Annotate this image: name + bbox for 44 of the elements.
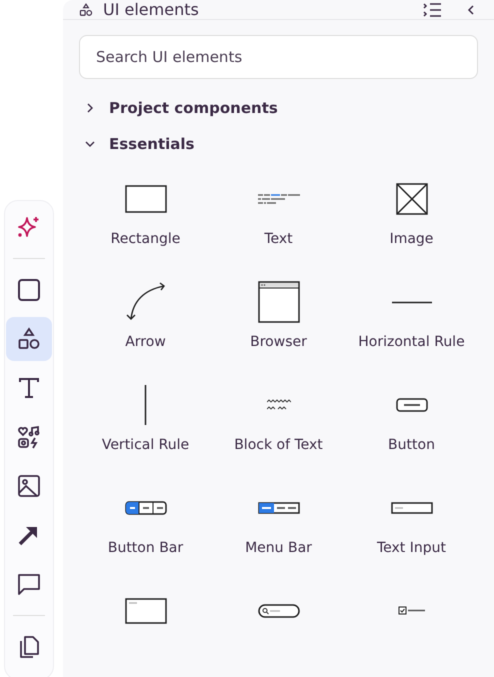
element-label: Image [390, 231, 434, 247]
list-icon[interactable] [422, 0, 442, 18]
shapes-icon [79, 2, 93, 16]
vertical-line-icon[interactable] [144, 385, 147, 425]
chevron-icon [85, 103, 95, 113]
chevron-icon [85, 139, 95, 149]
text-icon [17, 376, 41, 400]
section-header[interactable]: Essentials [79, 126, 478, 162]
comment-icon [17, 572, 41, 596]
text-lines-icon[interactable] [258, 194, 300, 204]
element-label: Block of Text [234, 437, 323, 453]
window-icon[interactable] [258, 281, 300, 323]
element-label: Horizontal Rule [358, 334, 465, 350]
element-label: Menu Bar [245, 540, 312, 556]
element-label: Button [388, 437, 435, 453]
panel-title: UI elements [103, 0, 200, 19]
text-area-icon[interactable] [124, 598, 166, 624]
element-label: Button Bar [108, 540, 184, 556]
pages-icon [17, 635, 41, 659]
image-icon [17, 474, 41, 498]
checkbox-icon[interactable] [398, 606, 426, 616]
horizontal-line-icon[interactable] [392, 300, 432, 304]
element-label: Browser [250, 334, 307, 350]
crossed-box-icon[interactable] [396, 183, 428, 215]
search-field[interactable]: Search UI elements [79, 35, 478, 79]
curved-arrow-icon[interactable] [124, 282, 166, 322]
element-label: Rectangle [110, 231, 180, 247]
element-label: Arrow [125, 334, 166, 350]
search-field-icon[interactable] [258, 604, 300, 618]
collapse-icon[interactable] [466, 2, 476, 16]
element-label: Vertical Rule [102, 437, 190, 453]
element-label: Text Input [376, 540, 446, 556]
button-bar-icon[interactable] [124, 501, 166, 515]
square-icon [17, 278, 41, 302]
tool-button[interactable] [6, 317, 52, 361]
menu-bar-icon[interactable] [258, 502, 300, 514]
section-header[interactable]: Project components [79, 90, 478, 126]
icons-icon [17, 425, 41, 449]
button-icon[interactable] [396, 398, 428, 412]
text-input-icon[interactable] [390, 502, 432, 514]
rectangle-icon[interactable] [124, 185, 166, 213]
shapes-icon [17, 327, 41, 351]
element-label: Text [264, 231, 293, 247]
squiggle-lines-icon[interactable] [266, 399, 290, 411]
